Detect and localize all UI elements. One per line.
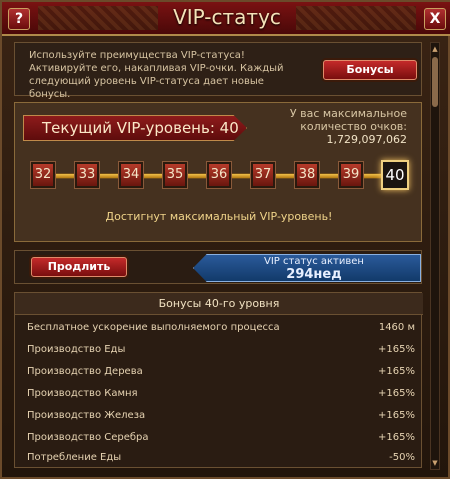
bonus-row: Производство Серебра +165% [27, 427, 415, 449]
level-33: 33 [74, 161, 100, 189]
bonus-header: Бонусы 40-го уровня [15, 293, 423, 315]
current-level-label: Текущий VIP-уровень: 40 [23, 115, 247, 141]
info-text: Используйте преимущества VIP-статуса! Ак… [29, 50, 284, 100]
info-panel: Используйте преимущества VIP-статуса! Ак… [14, 42, 422, 100]
bonus-name: Производство Железа [27, 410, 146, 421]
vip-window: VIP-статус ? X Используйте преимущества … [0, 0, 450, 479]
bonuses-button[interactable]: Бонусы [323, 60, 417, 80]
bonus-row: Производство Железа +165% [27, 405, 415, 427]
max-level-message: Достигнут максимальный VIP-уровень! [105, 210, 333, 223]
bonus-name: Производство Дерева [27, 366, 143, 377]
bonus-row: Производство Еды +165% [27, 339, 415, 361]
max-points-value: 1,729,097,062 [326, 133, 407, 146]
bonus-value: +165% [378, 432, 415, 443]
bonus-value: +165% [378, 410, 415, 421]
bonus-name: Бесплатное ускорение выполняемого процес… [27, 322, 280, 333]
bonus-row: Потребление Еды -50% [27, 447, 415, 469]
scrollbar[interactable]: ▲ ▼ [430, 42, 440, 470]
level-36: 36 [206, 161, 232, 189]
level-37: 37 [250, 161, 276, 189]
help-button[interactable]: ? [8, 8, 30, 30]
bonus-panel: Бонусы 40-го уровня Бесплатное ускорение… [14, 292, 423, 469]
window-title: VIP-статус [173, 5, 281, 29]
scroll-down-icon[interactable]: ▼ [431, 458, 439, 468]
max-points-label: У вас максимальное количество очков: [289, 107, 407, 133]
bonus-value: +165% [378, 366, 415, 377]
bonus-name: Производство Серебра [27, 432, 149, 443]
level-39: 39 [338, 161, 364, 189]
bonus-row: Бесплатное ускорение выполняемого процес… [27, 317, 415, 339]
level-40-current: 40 [381, 160, 409, 190]
bonus-row: Производство Камня +165% [27, 383, 415, 405]
status-panel: Продлить VIP статус активен 294нед [14, 250, 422, 284]
scroll-up-icon[interactable]: ▲ [431, 44, 439, 54]
title-bar: VIP-статус ? X [2, 2, 450, 36]
bonus-name: Производство Еды [27, 344, 126, 355]
scroll-thumb[interactable] [432, 57, 438, 107]
bonus-row: Производство Дерева +165% [27, 361, 415, 383]
bonus-value: -50% [389, 452, 415, 463]
vip-active-badge: VIP статус активен 294нед [193, 254, 421, 282]
level-38: 38 [294, 161, 320, 189]
level-panel: Текущий VIP-уровень: 40 У вас максимальн… [14, 102, 422, 242]
extend-button[interactable]: Продлить [31, 257, 127, 277]
close-button[interactable]: X [424, 8, 446, 30]
bonus-value: +165% [378, 344, 415, 355]
level-35: 35 [162, 161, 188, 189]
bonus-value: 1460 м [378, 322, 415, 333]
level-34: 34 [118, 161, 144, 189]
level-32: 32 [30, 161, 56, 189]
bonus-value: +165% [378, 388, 415, 399]
bonus-name: Производство Камня [27, 388, 138, 399]
vip-duration: 294нед [286, 267, 342, 282]
bonus-name: Потребление Еды [27, 452, 122, 463]
